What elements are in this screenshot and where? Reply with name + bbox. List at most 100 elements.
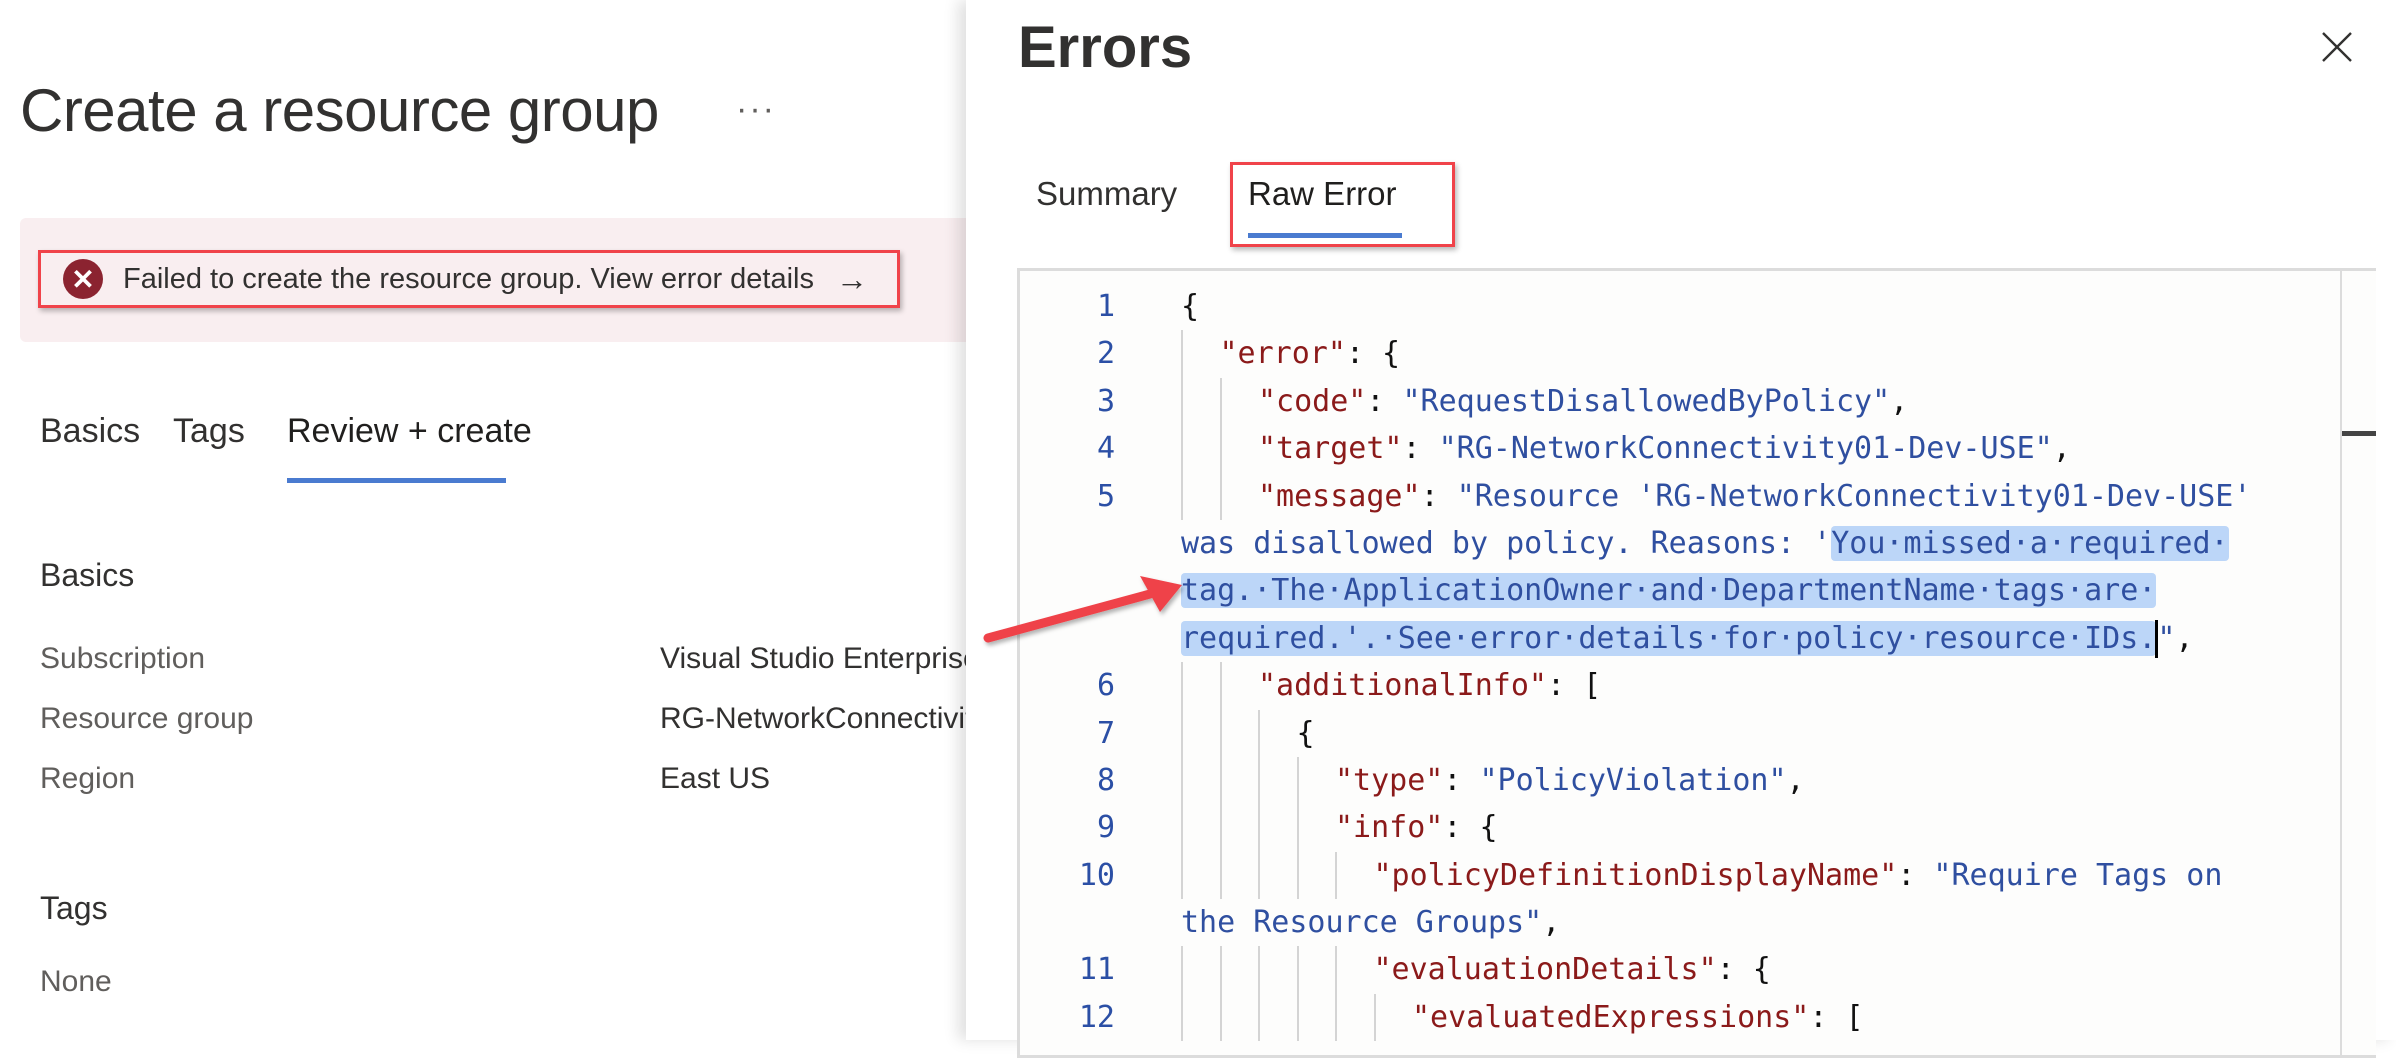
json-string: was disallowed by policy. Reasons: ' (1181, 525, 1832, 561)
indent-guide (1219, 993, 1222, 1042)
json-punctuation: : (1897, 857, 1934, 893)
indent-guide (1296, 851, 1299, 900)
selected-text: You·missed·a·required· (1831, 525, 2229, 561)
json-punctuation: : { (1716, 952, 1771, 988)
label-resource-group: Resource group (40, 702, 254, 735)
view-error-details-link[interactable]: ✕ Failed to create the resource group. V… (38, 250, 900, 308)
indent-guide (1181, 993, 1183, 1042)
code-text: required.'.·See·error·details·for·policy… (1181, 615, 2193, 662)
errors-panel-title: Errors (1018, 15, 1193, 80)
line-number: 10 (1078, 857, 1115, 893)
indent-guide (1219, 662, 1222, 710)
line-number: 4 (1096, 431, 1115, 467)
line-number: 5 (1096, 478, 1115, 514)
json-punctuation: : (1402, 431, 1439, 467)
json-punctuation: { (1296, 715, 1315, 751)
indent-guide (1181, 851, 1183, 900)
arrow-right-icon: → (836, 260, 868, 297)
code-text: { (1297, 710, 1315, 757)
value-tags-none: None (40, 965, 112, 998)
json-punctuation: : [ (1546, 668, 1602, 704)
code-text: "message": "Resource 'RG-NetworkConnecti… (1258, 473, 2251, 520)
json-punctuation: , (2175, 620, 2194, 656)
tab-raw-error[interactable]: Raw Error (1248, 175, 1397, 213)
indent-guide (1181, 946, 1183, 994)
json-key: "type" (1335, 762, 1444, 798)
indent-guide (1181, 330, 1183, 378)
indent-guide (1296, 993, 1299, 1042)
json-string: "RequestDisallowedByPolicy" (1402, 383, 1891, 419)
line-number: 1 (1096, 289, 1115, 324)
code-text: "type": "PolicyViolation", (1335, 757, 1805, 804)
json-punctuation: : (1443, 762, 1480, 798)
more-options-button[interactable]: ··· (736, 90, 776, 129)
selected-text: required.'.·See·error·details·for·policy… (1181, 620, 2157, 656)
code-text: "policyDefinitionDisplayName": "Require … (1374, 852, 2223, 899)
indent-guide (1181, 377, 1183, 426)
indent-guide (1219, 851, 1222, 900)
json-string: " (2157, 620, 2176, 656)
indent-guide (1219, 804, 1222, 852)
create-resource-group-blade: Create a resource group ··· ✕ Failed to … (0, 0, 966, 1040)
tab-basics[interactable]: Basics (40, 412, 140, 451)
json-key: "error" (1219, 336, 1346, 372)
tab-tags[interactable]: Tags (173, 412, 245, 451)
line-number: 8 (1096, 762, 1115, 798)
code-text: { (1181, 283, 1199, 330)
indent-guide (1181, 472, 1183, 520)
line-number: 3 (1096, 383, 1115, 419)
json-string: "Require Tags on (1933, 857, 2223, 893)
active-tab-indicator (287, 478, 506, 483)
code-text: "evaluatedExpressions": [ (1412, 994, 1864, 1041)
json-key: "info" (1335, 810, 1444, 846)
tab-review-create[interactable]: Review + create (287, 412, 532, 451)
code-text: was disallowed by policy. Reasons: 'You·… (1181, 520, 2229, 567)
code-text: "info": { (1335, 804, 1498, 851)
error-banner: ✕ Failed to create the resource group. V… (20, 218, 966, 342)
indent-guide (1219, 377, 1222, 426)
json-key: "evaluatedExpressions" (1412, 999, 1810, 1035)
close-button[interactable] (2320, 30, 2354, 64)
json-punctuation: : [ (1809, 999, 1864, 1035)
page-title: Create a resource group (20, 77, 659, 144)
json-key: "message" (1258, 478, 1421, 514)
code-text: "error": { (1220, 330, 1401, 377)
indent-guide (1258, 804, 1260, 852)
line-number: 9 (1096, 810, 1115, 846)
value-subscription: Visual Studio Enterprise (660, 642, 966, 675)
json-key: "additionalInfo" (1258, 668, 1547, 704)
value-resource-group: RG-NetworkConnectivity01-Dev-USE (660, 702, 966, 735)
indent-guide (1335, 851, 1337, 900)
scroll-position-marker[interactable] (2342, 431, 2376, 436)
json-punctuation: : (1366, 383, 1403, 419)
raw-error-code-editor[interactable]: 1{2 "error": {3 "code": "RequestDisallowed… (1017, 268, 2376, 1058)
indent-guide (1258, 993, 1260, 1042)
code-text: tag.·The·ApplicationOwner·and·Department… (1181, 567, 2157, 614)
line-number: 7 (1096, 715, 1115, 751)
tab-summary[interactable]: Summary (1036, 175, 1177, 213)
indent-guide (1219, 425, 1222, 473)
indent-guide (1258, 756, 1260, 805)
json-string: "RG-NetworkConnectivity01-Dev-USE" (1438, 431, 2053, 467)
code-text: the Resource Groups", (1181, 899, 1560, 946)
code-text: "target": "RG-NetworkConnectivity01-Dev-… (1258, 425, 2071, 472)
code-text: "code": "RequestDisallowedByPolicy", (1258, 378, 1908, 425)
indent-guide (1335, 993, 1337, 1042)
section-heading-basics: Basics (40, 557, 135, 593)
json-string: "Resource 'RG-NetworkConnectivity01-Dev-… (1456, 478, 2252, 514)
json-key: "target" (1258, 431, 1403, 467)
errors-panel: Errors Summary Raw Error 1{2 "error": {3 "… (966, 0, 2396, 1058)
line-number: 2 (1096, 336, 1115, 372)
line-number: 6 (1096, 668, 1115, 704)
json-punctuation: , (1890, 383, 1909, 419)
label-region: Region (40, 762, 136, 795)
indent-guide (1258, 709, 1260, 757)
editor-scrollbar[interactable] (2340, 271, 2376, 1055)
json-key: "policyDefinitionDisplayName" (1373, 857, 1898, 893)
code-text: "evaluationDetails": { (1374, 946, 1771, 993)
json-punctuation: : { (1345, 336, 1401, 372)
indent-guide (1181, 804, 1183, 852)
error-banner-text: Failed to create the resource group. Vie… (123, 262, 814, 295)
indent-guide (1296, 804, 1299, 852)
indent-guide (1219, 472, 1222, 520)
